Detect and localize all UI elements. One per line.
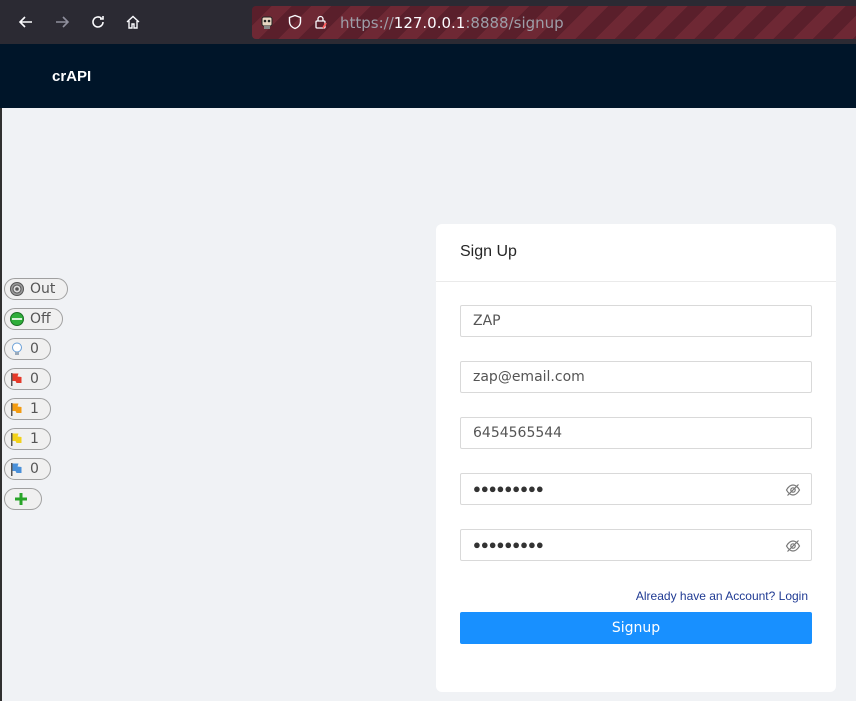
robot-icon[interactable] xyxy=(258,13,276,31)
name-field[interactable] xyxy=(460,305,812,337)
target-icon xyxy=(8,280,26,298)
blue-flag-icon xyxy=(8,460,26,478)
confirm-password-field[interactable]: ●●●●●●●●● xyxy=(460,529,812,561)
zap-low-alerts-button[interactable]: 1 xyxy=(4,428,51,450)
password-field[interactable]: ●●●●●●●●● xyxy=(460,473,812,505)
app-header: crAPI xyxy=(0,44,856,108)
signup-button[interactable]: Signup xyxy=(460,612,812,644)
eye-slash-icon[interactable] xyxy=(785,482,801,498)
brand-logo-text[interactable]: crAPI xyxy=(52,68,91,85)
zap-high-alerts-button[interactable]: 0 xyxy=(4,368,51,390)
lock-warning-icon[interactable] xyxy=(312,13,330,31)
orange-flag-icon xyxy=(8,400,26,418)
reload-icon[interactable] xyxy=(85,9,111,35)
zap-info-count: 0 xyxy=(30,341,39,357)
browser-toolbar: https://127.0.0.1:8888/signup xyxy=(0,0,856,44)
shield-icon[interactable] xyxy=(286,13,304,31)
url-text[interactable]: https://127.0.0.1:8888/signup xyxy=(340,14,564,32)
zap-scope-button[interactable]: Out xyxy=(4,278,68,300)
signup-card: Sign Up ●●●●●●●●● ●●●●●●●●● Already have… xyxy=(436,224,836,692)
zap-medium-count: 1 xyxy=(30,401,39,417)
email-field[interactable] xyxy=(460,361,812,393)
confirm-password-mask: ●●●●●●●●● xyxy=(473,537,544,552)
zap-medium-alerts-button[interactable]: 1 xyxy=(4,398,51,420)
forward-arrow-icon[interactable] xyxy=(49,9,75,35)
left-edge-border xyxy=(0,108,2,701)
card-divider xyxy=(436,281,836,282)
zap-informational-count: 0 xyxy=(30,461,39,477)
password-mask: ●●●●●●●●● xyxy=(473,481,544,496)
zap-mode-label: Off xyxy=(30,311,51,327)
red-flag-icon xyxy=(8,370,26,388)
url-bar[interactable]: https://127.0.0.1:8888/signup xyxy=(252,6,856,39)
phone-field[interactable] xyxy=(460,417,812,449)
url-path: :8888/signup xyxy=(465,14,564,32)
zap-informational-alerts-button[interactable]: 0 xyxy=(4,458,51,480)
login-link[interactable]: Already have an Account? Login xyxy=(636,589,808,603)
zap-scope-label: Out xyxy=(30,281,56,297)
zap-info-alerts-button[interactable]: 0 xyxy=(4,338,51,360)
eye-slash-icon[interactable] xyxy=(785,538,801,554)
phone-input[interactable] xyxy=(461,418,811,448)
back-arrow-icon[interactable] xyxy=(13,9,39,35)
zap-low-count: 1 xyxy=(30,431,39,447)
zap-add-tool-button[interactable] xyxy=(4,488,42,510)
plus-icon xyxy=(12,490,30,508)
lightbulb-icon xyxy=(8,340,26,358)
zap-mode-button[interactable]: Off xyxy=(4,308,63,330)
url-scheme: https:// xyxy=(340,14,394,32)
email-input[interactable] xyxy=(461,362,811,392)
signup-title: Sign Up xyxy=(460,243,517,260)
green-circle-icon xyxy=(8,310,26,328)
home-icon[interactable] xyxy=(120,9,146,35)
yellow-flag-icon xyxy=(8,430,26,448)
name-input[interactable] xyxy=(461,306,811,336)
zap-high-count: 0 xyxy=(30,371,39,387)
url-host: 127.0.0.1 xyxy=(393,14,466,32)
